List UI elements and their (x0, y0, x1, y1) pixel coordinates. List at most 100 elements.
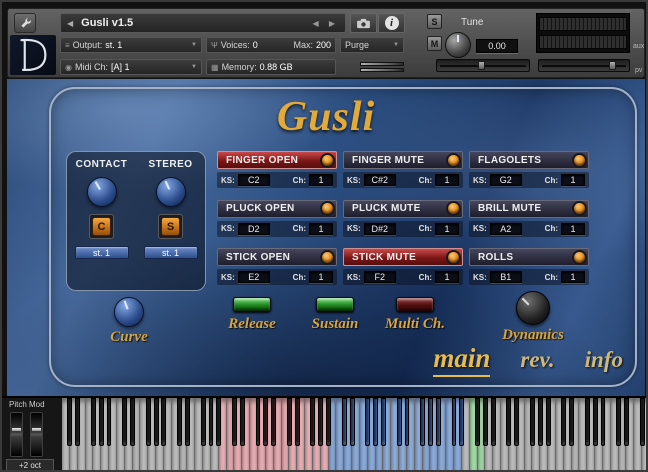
tab-info[interactable]: info (585, 347, 623, 373)
articulation-header[interactable]: PLUCK OPEN (217, 199, 337, 218)
release-led[interactable] (233, 297, 271, 312)
pv-toggle[interactable]: pv (635, 67, 642, 74)
piano-black-key[interactable] (561, 398, 567, 447)
articulation-led[interactable] (448, 251, 459, 263)
piano-black-key[interactable] (396, 398, 402, 447)
ks-value[interactable]: A2 (489, 222, 522, 235)
piano-black-key[interactable] (381, 398, 386, 447)
articulation-header[interactable]: FINGER OPEN (217, 151, 337, 169)
purge-menu[interactable]: Purge ▼ (340, 37, 404, 53)
next-instrument-icon[interactable]: ▶ (329, 19, 339, 28)
piano-black-key[interactable] (482, 398, 488, 447)
piano-black-key[interactable] (569, 398, 575, 447)
output-selector[interactable]: ≡ Output: st. 1 ▼ (60, 37, 202, 53)
articulation-header[interactable]: FLAGOLETS (469, 151, 589, 169)
articulation-finger-open[interactable]: FINGER OPEN KS: C2 Ch: 1 (217, 151, 337, 194)
ch-value[interactable]: 1 (435, 271, 459, 284)
contact-output-chip[interactable]: st. 1 (74, 246, 129, 259)
midi-channel-selector[interactable]: ◉ Midi Ch: [A] 1 ▼ (60, 59, 202, 75)
piano-black-key[interactable] (310, 398, 316, 447)
piano-black-key[interactable] (145, 398, 151, 447)
piano-black-key[interactable] (584, 398, 590, 447)
volume-slider-handle[interactable] (609, 61, 617, 70)
piano-black-key[interactable] (185, 398, 190, 447)
piano-black-key[interactable] (239, 398, 245, 447)
piano-black-key[interactable] (106, 398, 112, 447)
ks-value[interactable]: C2 (237, 174, 270, 186)
articulation-led[interactable] (574, 154, 585, 166)
piano-black-key[interactable] (428, 398, 433, 447)
mute-button[interactable]: M (427, 36, 442, 51)
info-button[interactable]: i (378, 13, 405, 33)
multi-channel-led[interactable] (396, 297, 434, 312)
articulation-header[interactable]: BRILL MUTE (469, 199, 589, 218)
piano-black-key[interactable] (200, 398, 206, 447)
piano-black-key[interactable] (90, 398, 96, 447)
piano-black-key[interactable] (161, 398, 167, 447)
edit-instrument-button[interactable] (14, 13, 36, 33)
articulation-led[interactable] (574, 251, 585, 263)
tab-rev[interactable]: rev. (520, 347, 554, 373)
piano-black-key[interactable] (435, 398, 441, 447)
piano-black-key[interactable] (537, 398, 543, 447)
piano-black-key[interactable] (232, 398, 237, 447)
piano-black-key[interactable] (98, 398, 104, 447)
articulation-led[interactable] (574, 203, 585, 215)
articulation-brill-mute[interactable]: BRILL MUTE KS: A2 Ch: 1 (469, 199, 589, 243)
piano-black-key[interactable] (529, 398, 535, 447)
piano-black-key[interactable] (365, 398, 371, 447)
articulation-header[interactable]: STICK OPEN (217, 248, 337, 267)
pan-slider-handle[interactable] (478, 61, 486, 70)
snapshot-button[interactable] (350, 13, 377, 33)
tune-value[interactable]: 0.00 (476, 39, 518, 53)
piano-black-key[interactable] (318, 398, 324, 447)
pan-slider[interactable] (436, 59, 530, 72)
tune-knob[interactable] (445, 32, 471, 58)
articulation-stick-open[interactable]: STICK OPEN KS: E2 Ch: 1 (217, 248, 337, 291)
contact-knob[interactable] (86, 177, 117, 207)
curve-knob[interactable] (114, 297, 144, 327)
piano-black-key[interactable] (216, 398, 222, 447)
piano-black-key[interactable] (592, 398, 598, 447)
tab-main[interactable]: main (433, 343, 491, 377)
piano-black-key[interactable] (263, 398, 269, 447)
articulation-pluck-open[interactable]: PLUCK OPEN KS: D2 Ch: 1 (217, 199, 337, 243)
ch-value[interactable]: 1 (309, 271, 333, 284)
minimize-arrow-icon[interactable]: ◀ (67, 19, 73, 28)
piano-black-key[interactable] (475, 398, 480, 447)
ch-value[interactable]: 1 (561, 174, 585, 186)
piano-black-key[interactable] (420, 398, 426, 447)
articulation-stick-mute[interactable]: STICK MUTE KS: F2 Ch: 1 (343, 248, 463, 291)
articulation-header[interactable]: FINGER MUTE (343, 151, 463, 169)
piano-black-key[interactable] (341, 398, 347, 447)
pitch-wheel[interactable] (10, 412, 23, 457)
contact-toggle-button[interactable]: C (92, 217, 111, 236)
piano-black-key[interactable] (326, 398, 331, 447)
volume-slider[interactable] (538, 59, 630, 72)
articulation-rolls[interactable]: ROLLS KS: B1 Ch: 1 (469, 248, 589, 291)
stereo-output-chip[interactable]: st. 1 (143, 246, 198, 259)
ch-value[interactable]: 1 (435, 174, 459, 186)
stereo-toggle-button[interactable]: S (161, 217, 180, 236)
ks-value[interactable]: C#2 (363, 174, 396, 186)
articulation-led[interactable] (448, 154, 459, 166)
piano-black-key[interactable] (459, 398, 465, 447)
ks-value[interactable]: D2 (237, 222, 270, 235)
instrument-title-bar[interactable]: ◀ Gusli v1.5 ◀ ▶ (60, 13, 346, 33)
piano-black-key[interactable] (490, 398, 496, 447)
piano-black-key[interactable] (271, 398, 277, 447)
dynamics-knob[interactable] (516, 291, 550, 325)
piano-black-key[interactable] (616, 398, 622, 447)
piano-black-key[interactable] (177, 398, 183, 447)
piano-keyboard[interactable] (62, 398, 646, 470)
aux-toggle[interactable]: aux (633, 43, 644, 50)
articulation-pluck-mute[interactable]: PLUCK MUTE KS: D#2 Ch: 1 (343, 199, 463, 243)
ch-value[interactable]: 1 (309, 222, 333, 235)
multi-channel-switch[interactable]: Multi Ch. (381, 297, 449, 333)
piano-black-key[interactable] (600, 398, 606, 447)
ks-value[interactable]: B1 (489, 271, 522, 284)
articulation-header[interactable]: PLUCK MUTE (343, 199, 463, 218)
articulation-finger-mute[interactable]: FINGER MUTE KS: C#2 Ch: 1 (343, 151, 463, 194)
piano-black-key[interactable] (404, 398, 410, 447)
articulation-led[interactable] (448, 203, 459, 215)
